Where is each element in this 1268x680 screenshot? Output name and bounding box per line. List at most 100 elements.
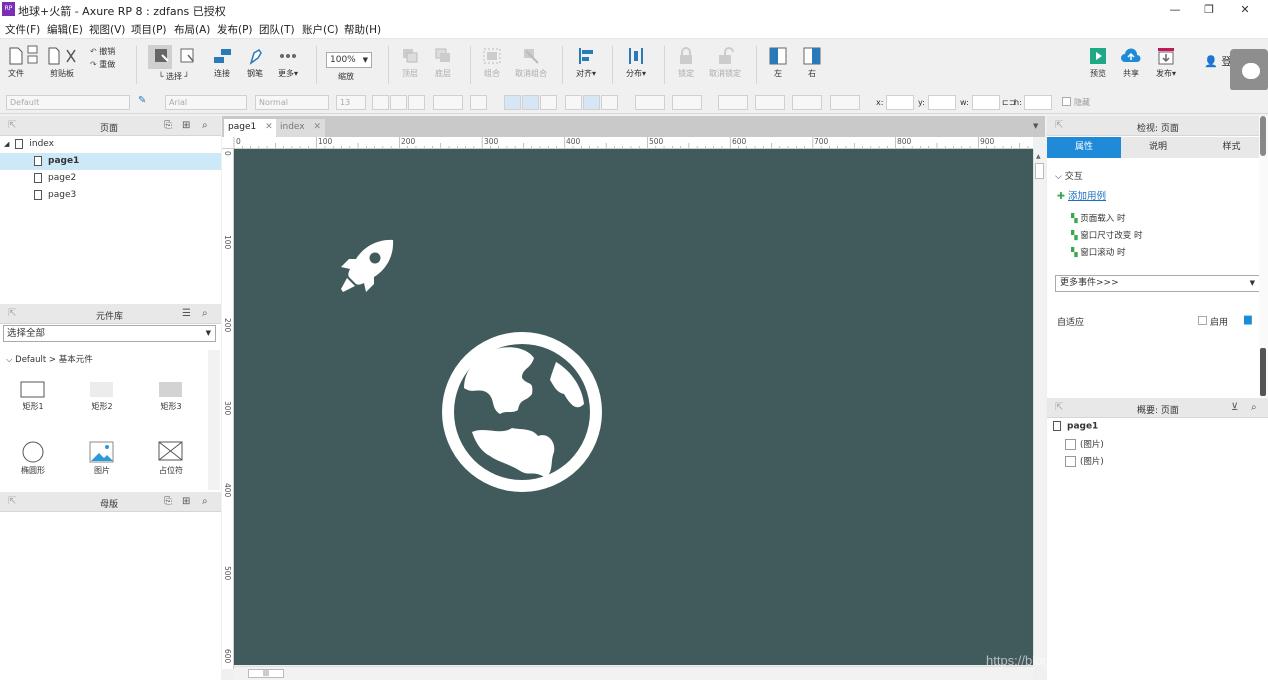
menu-layout[interactable]: 布局(A) <box>174 22 210 37</box>
rocket-icon[interactable] <box>338 237 396 295</box>
italic-button[interactable] <box>390 95 407 110</box>
y-input[interactable] <box>928 95 956 110</box>
connect-button[interactable]: 连接 <box>208 47 236 79</box>
clipboard-button[interactable]: 剪贴板 <box>44 47 80 79</box>
library-group-header[interactable]: ⌵ Default > 基本元件 <box>6 353 93 365</box>
widget-placeholder[interactable]: 占位符 <box>141 441 201 476</box>
add-master-icon[interactable]: ⎘ <box>164 496 172 507</box>
shadow-button[interactable] <box>672 95 702 110</box>
adaptive-views-icon[interactable]: ▆ <box>1244 314 1252 325</box>
font-size-select[interactable]: 13 <box>336 95 366 110</box>
filter-icon[interactable]: ⊻ <box>1231 402 1238 413</box>
lock-button[interactable]: 锁定 <box>674 47 698 79</box>
menu-account[interactable]: 账户(C) <box>302 22 339 37</box>
page-tree-item-page3[interactable]: page3 <box>0 187 221 204</box>
distribute-button[interactable]: 分布▾ <box>622 47 650 79</box>
search-icon[interactable]: ⌕ <box>1251 402 1257 413</box>
vscroll-thumb[interactable] <box>1035 163 1044 179</box>
hidden-checkbox[interactable] <box>1062 97 1071 106</box>
border-color-button[interactable] <box>718 95 748 110</box>
expand-triangle-icon[interactable]: ◢ <box>4 140 9 148</box>
add-folder-icon[interactable]: ⊞ <box>182 120 190 131</box>
interactions-section[interactable]: ⌵ 交互 <box>1055 169 1083 182</box>
more-tools-button[interactable]: 更多▾ <box>274 47 302 79</box>
fill-color-button[interactable] <box>635 95 665 110</box>
share-button[interactable]: 共享 <box>1118 47 1144 79</box>
font-color-button[interactable] <box>433 95 463 110</box>
border-width-button[interactable] <box>755 95 785 110</box>
tabs-menu-icon[interactable]: ▼ <box>1033 122 1038 130</box>
search-icon[interactable]: ⌕ <box>202 496 208 507</box>
preview-button[interactable]: 预览 <box>1086 47 1110 79</box>
outline-item-image2[interactable]: (图片) <box>1065 455 1104 467</box>
canvas-vertical-scrollbar[interactable]: ▲ <box>1033 149 1045 665</box>
add-folder-icon[interactable]: ⊞ <box>182 496 190 507</box>
floating-overlay[interactable] <box>1230 49 1268 91</box>
page-tree-root[interactable]: ◢ index <box>0 136 221 153</box>
align-right-text-button[interactable] <box>540 95 557 110</box>
event-window-resize[interactable]: ▚ 窗口尺寸改变 时 <box>1071 229 1142 241</box>
unlock-button[interactable]: 取消锁定 <box>706 47 744 79</box>
redo-button[interactable]: ↷ 重做 <box>90 59 115 70</box>
group-button[interactable]: 组合 <box>480 47 504 79</box>
bullet-list-button[interactable] <box>470 95 487 110</box>
send-to-back-button[interactable]: 底层 <box>430 47 456 79</box>
ungroup-button[interactable]: 取消组合 <box>512 47 550 79</box>
add-page-icon[interactable]: ⎘ <box>164 120 172 131</box>
h-input[interactable] <box>1024 95 1052 110</box>
select-contained-button[interactable] <box>178 47 198 68</box>
bold-button[interactable] <box>372 95 389 110</box>
align-middle-button[interactable] <box>583 95 600 110</box>
menu-team[interactable]: 团队(T) <box>259 22 295 37</box>
publish-button[interactable]: 发布▾ <box>1152 47 1180 79</box>
widget-rect1[interactable]: 矩形1 <box>3 381 63 412</box>
menu-view[interactable]: 视图(V) <box>89 22 125 37</box>
close-button[interactable]: ✕ <box>1222 0 1268 19</box>
menu-lines-icon[interactable]: ☰ <box>182 308 191 319</box>
search-icon[interactable]: ⌕ <box>202 120 208 131</box>
close-tab-icon[interactable]: ✕ <box>314 122 322 132</box>
add-case-link[interactable]: ✚ 添加用例 <box>1057 188 1106 202</box>
tab-properties[interactable]: 属性 <box>1047 137 1121 158</box>
outline-item-image1[interactable]: (图片) <box>1065 438 1104 450</box>
menu-publish[interactable]: 发布(P) <box>217 22 253 37</box>
font-weight-select[interactable]: Normal <box>255 95 329 110</box>
left-panel-toggle[interactable]: 左 <box>766 47 790 79</box>
select-mode-button[interactable] <box>148 47 176 68</box>
design-canvas[interactable] <box>234 149 1033 665</box>
event-window-scroll[interactable]: ▚ 窗口滚动 时 <box>1071 246 1125 258</box>
right-panel-toggle[interactable]: 右 <box>800 47 824 79</box>
bring-to-front-button[interactable]: 顶层 <box>398 47 422 79</box>
menu-project[interactable]: 项目(P) <box>131 22 167 37</box>
menu-edit[interactable]: 编辑(E) <box>47 22 83 37</box>
font-select[interactable]: Arial <box>165 95 247 110</box>
library-scrollbar[interactable] <box>208 350 220 490</box>
adaptive-checkbox[interactable] <box>1198 316 1207 325</box>
w-input[interactable] <box>972 95 1000 110</box>
align-center-text-button[interactable] <box>522 95 539 110</box>
border-style-button[interactable] <box>792 95 822 110</box>
widget-ellipse[interactable]: 椭圆形 <box>3 441 63 476</box>
tab-index[interactable]: index ✕ <box>276 119 326 137</box>
open-icon[interactable] <box>27 45 39 68</box>
collapse-arrow-icon[interactable]: ⇱ <box>8 496 16 507</box>
file-button[interactable]: 文件 <box>4 47 28 79</box>
widget-rect3[interactable]: 矩形3 <box>141 381 201 412</box>
collapse-arrow-icon[interactable]: ⇱ <box>1055 120 1063 131</box>
page-tree-item-page1[interactable]: page1 <box>0 153 221 170</box>
top-scroll-handle[interactable] <box>1260 116 1266 156</box>
style-edit-icon[interactable]: ✎ <box>138 95 146 106</box>
canvas-horizontal-scrollbar[interactable]: ||| <box>234 666 1033 680</box>
style-select[interactable]: Default <box>6 95 130 110</box>
zoom-select[interactable]: 100% ▼ <box>326 52 372 68</box>
widget-image[interactable]: 图片 <box>72 441 132 476</box>
library-select[interactable]: 选择全部 ▼ <box>3 325 216 342</box>
align-button[interactable]: 对齐▾ <box>572 47 600 79</box>
collapse-arrow-icon[interactable]: ⇱ <box>1055 402 1063 413</box>
underline-button[interactable] <box>408 95 425 110</box>
arrow-style-button[interactable] <box>830 95 860 110</box>
outline-page-node[interactable]: page1 <box>1053 421 1098 432</box>
collapse-arrow-icon[interactable]: ⇱ <box>8 120 16 131</box>
inspector-scrollbar[interactable] <box>1259 116 1268 398</box>
x-input[interactable] <box>886 95 914 110</box>
